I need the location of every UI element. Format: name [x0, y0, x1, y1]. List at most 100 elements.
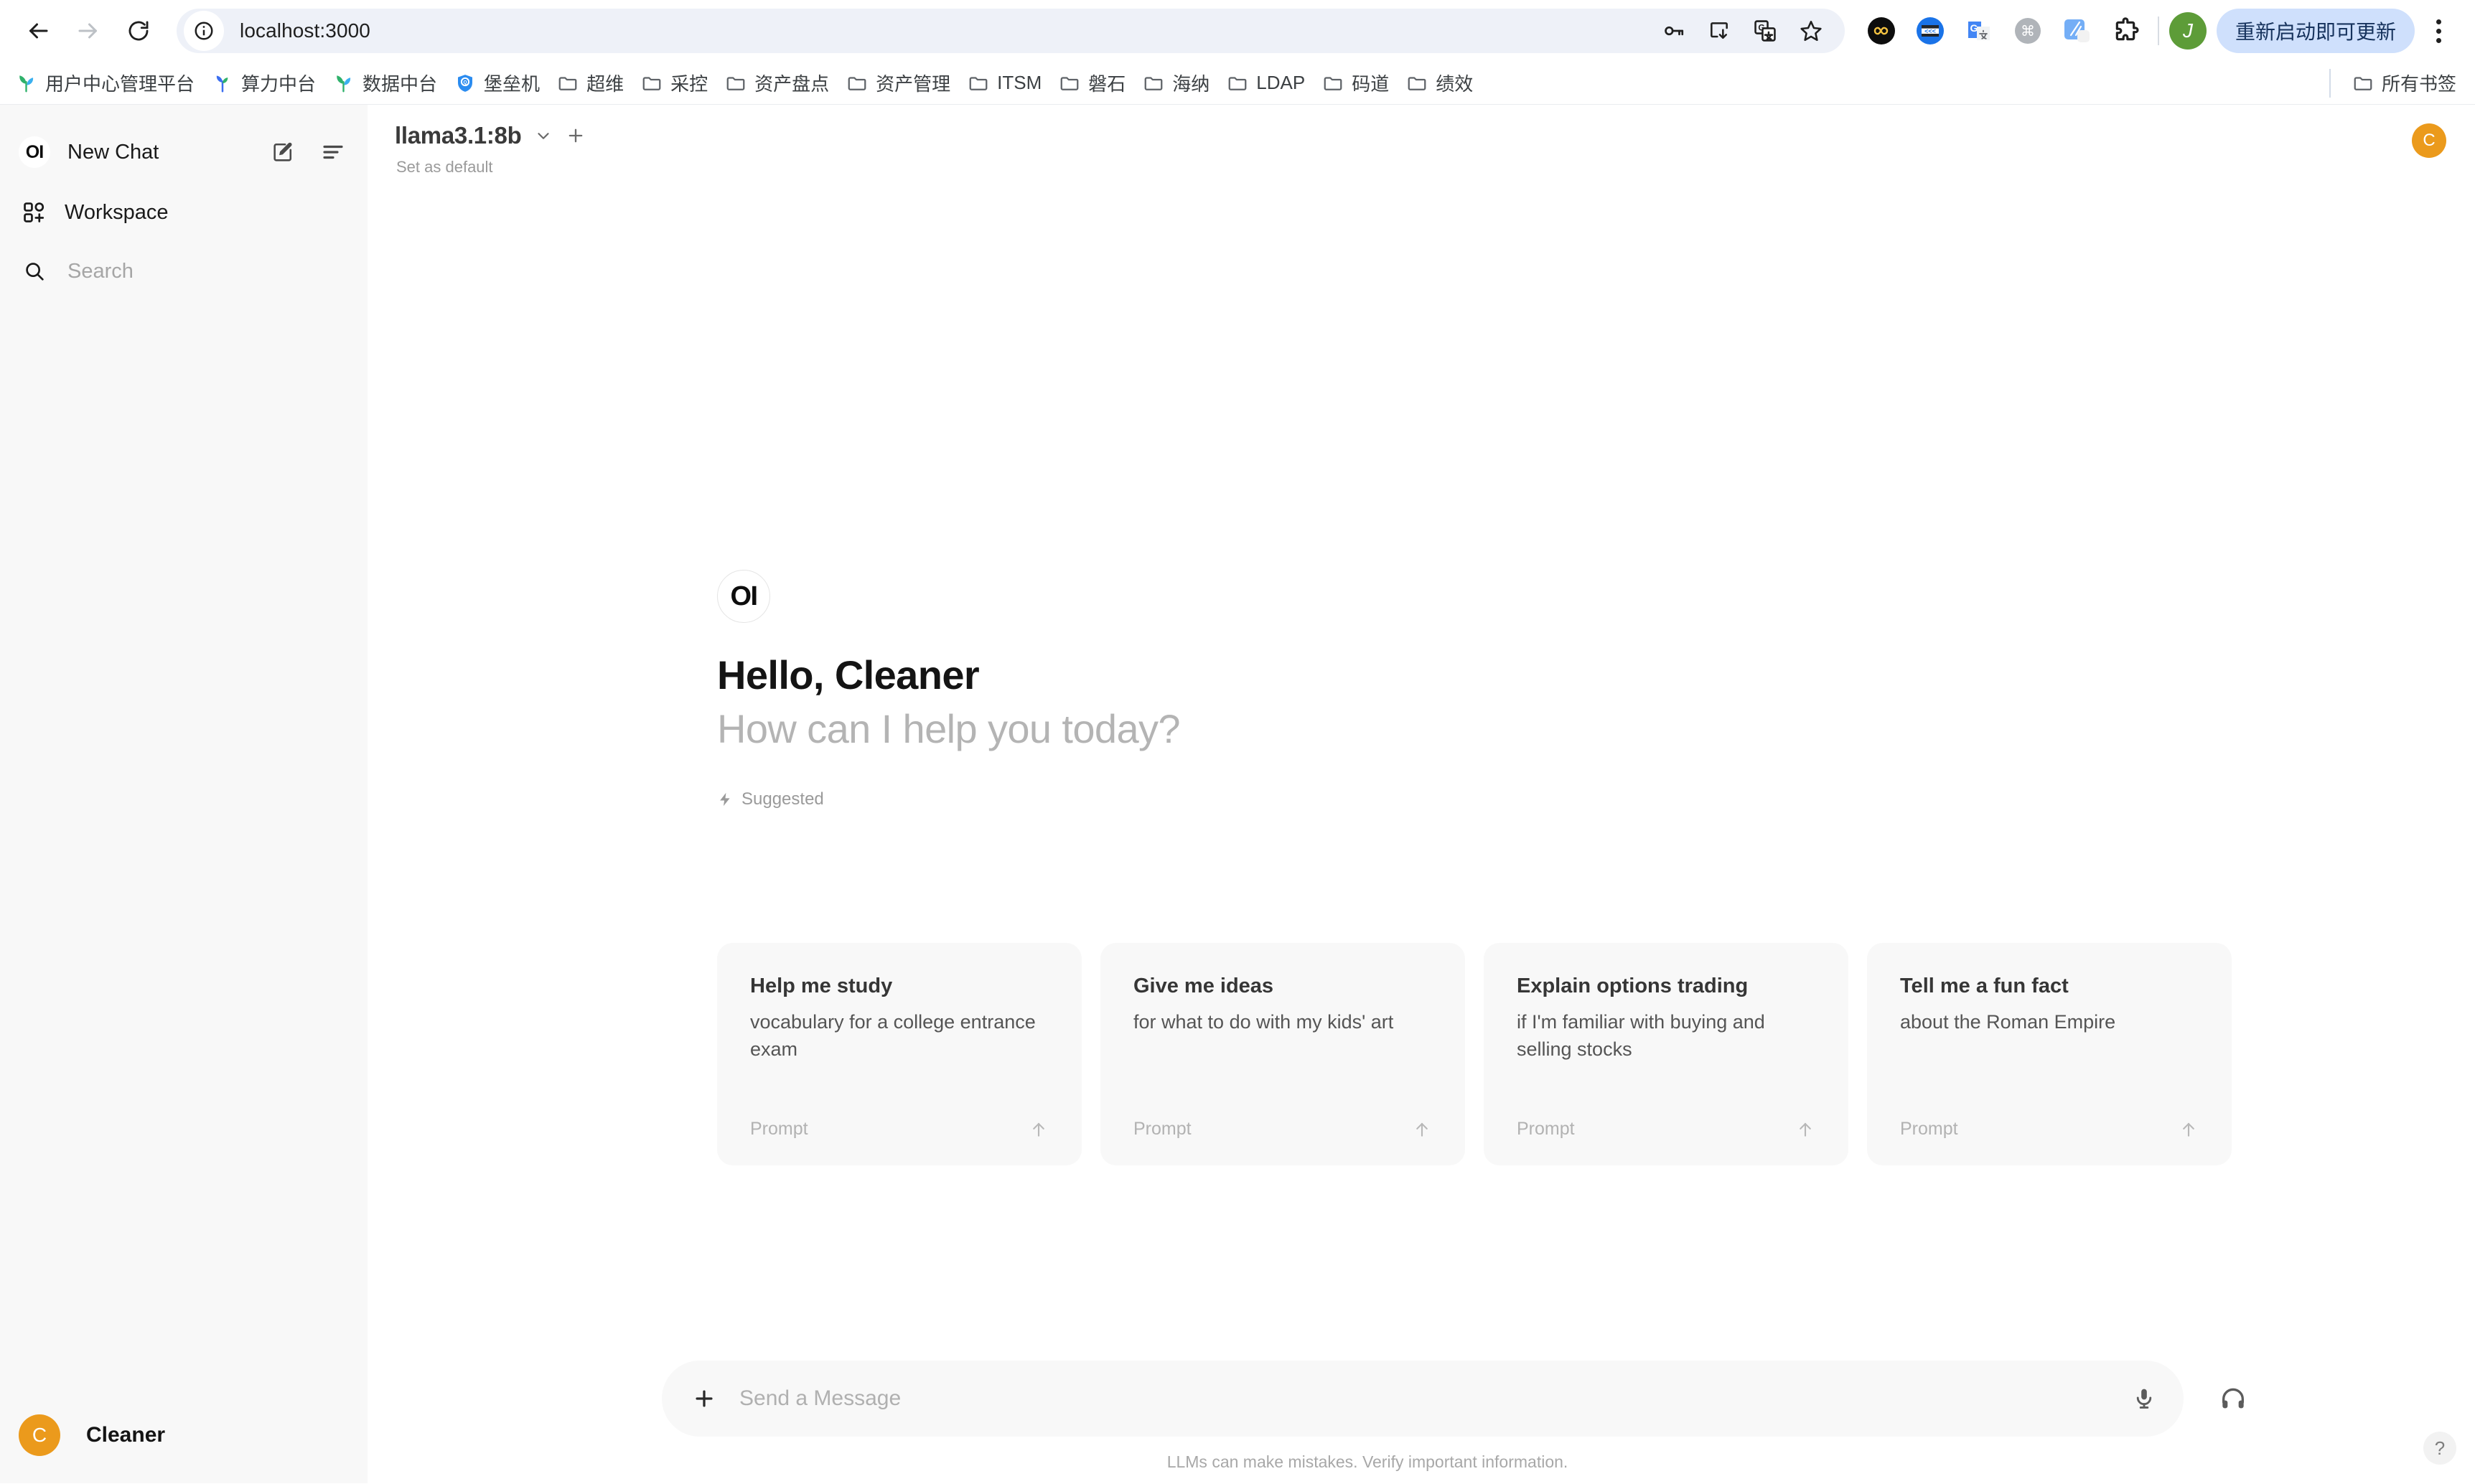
set-as-default-button[interactable]: Set as default — [396, 158, 586, 177]
address-bar[interactable]: localhost:3000 G — [177, 9, 1845, 53]
bookmark-label: 码道 — [1352, 70, 1389, 96]
update-button[interactable]: 重新启动即可更新 — [2217, 9, 2415, 53]
bookmark-item[interactable]: 磐石 — [1050, 65, 1134, 100]
suggestion-card-subtitle: vocabulary for a college entrance exam — [750, 1008, 1049, 1063]
password-key-icon[interactable] — [1651, 9, 1695, 53]
suggestion-card-subtitle: about the Roman Empire — [1900, 1008, 2199, 1035]
arrow-up-icon[interactable] — [1412, 1119, 1432, 1140]
chrome-menu-button[interactable] — [2418, 9, 2459, 53]
bookmark-item[interactable]: 资产盘点 — [716, 65, 838, 100]
folder-icon — [725, 72, 747, 94]
reload-icon — [126, 19, 151, 43]
bookmark-item[interactable]: 绩效 — [1398, 65, 1482, 100]
attach-plus-button[interactable] — [688, 1382, 721, 1415]
bookmark-item[interactable]: 数据中台 — [324, 65, 446, 100]
bookmark-item[interactable]: 用户中心管理平台 — [7, 65, 203, 100]
bookmark-star-icon[interactable] — [1789, 9, 1833, 53]
suggestion-card-footer: Prompt — [1900, 1119, 2199, 1140]
forward-button[interactable] — [63, 6, 113, 56]
message-composer[interactable] — [662, 1361, 2184, 1437]
header-user-avatar[interactable]: C — [2412, 123, 2446, 158]
leaf-icon — [16, 72, 37, 94]
bookmarks-bar: 用户中心管理平台算力中台数据中台 Q 堡垒机超维采控 资产盘点资产管理ITSM 磐石海纳… — [0, 62, 2475, 105]
all-bookmarks-group: 所有书签 — [2329, 65, 2465, 100]
shield-icon: Q — [454, 72, 476, 94]
bookmark-item[interactable]: LDAP — [1218, 67, 1314, 98]
suggestion-cards: Help me studyvocabulary for a college en… — [717, 943, 2475, 1165]
bookmark-item[interactable]: 海纳 — [1134, 65, 1218, 100]
back-button[interactable] — [13, 6, 63, 56]
folder-icon — [641, 72, 663, 94]
new-chat-label: New Chat — [67, 141, 159, 164]
bookmark-label: 堡垒机 — [484, 70, 540, 96]
new-chat-row[interactable]: OI New Chat — [19, 126, 349, 178]
model-name: llama3.1:8b — [395, 122, 521, 149]
suggestion-card[interactable]: Tell me a fun factabout the Roman Empire… — [1867, 943, 2232, 1165]
suggestion-card-title: Give me ideas — [1133, 975, 1432, 998]
command-extension-icon[interactable]: ⌘ — [2006, 9, 2050, 53]
bookmark-item[interactable]: 超维 — [548, 65, 632, 100]
new-chat-compose-button[interactable] — [267, 136, 299, 168]
google-translate-extension-icon[interactable]: G — [1957, 9, 2001, 53]
search-input[interactable] — [67, 260, 304, 283]
infinity-extension-icon[interactable] — [1859, 9, 1904, 53]
chevron-down-icon[interactable] — [534, 126, 553, 145]
folder-icon — [1227, 72, 1248, 94]
voice-call-button[interactable] — [2208, 1373, 2258, 1424]
sidebar-search-row[interactable] — [19, 245, 349, 297]
pencil-square-icon — [271, 140, 295, 164]
microphone-icon — [2132, 1386, 2156, 1411]
plus-icon[interactable] — [566, 126, 586, 146]
bookmark-item[interactable]: 资产管理 — [838, 65, 959, 100]
sidebar-user-name: Cleaner — [86, 1423, 165, 1447]
sidebar-header-actions — [267, 136, 349, 168]
suggestion-card-prompt-label: Prompt — [750, 1119, 808, 1140]
suggestion-card-footer: Prompt — [1133, 1119, 1432, 1140]
microphone-button[interactable] — [2123, 1378, 2165, 1419]
message-input[interactable] — [739, 1386, 2123, 1411]
chrome-menu-icon — [2436, 19, 2441, 43]
sidebar-user-menu[interactable]: C Cleaner — [0, 1396, 368, 1475]
svg-text:⌘: ⌘ — [2021, 22, 2035, 39]
forward-arrow-icon — [75, 18, 101, 44]
openwebui-logo-large-icon: OI — [717, 570, 770, 623]
extensions-puzzle-icon[interactable] — [2103, 9, 2148, 53]
sidebar-item-workspace[interactable]: Workspace — [19, 185, 349, 240]
suggestion-card[interactable]: Help me studyvocabulary for a college en… — [717, 943, 1082, 1165]
bookmark-item[interactable]: 算力中台 — [203, 65, 324, 100]
all-bookmarks-button[interactable]: 所有书签 — [2344, 65, 2465, 100]
arrow-up-icon[interactable] — [1795, 1119, 1815, 1140]
bookmark-label: 磐石 — [1088, 70, 1126, 96]
site-info-button[interactable] — [184, 11, 224, 51]
lightning-icon — [717, 792, 733, 807]
sidebar-toggle-button[interactable] — [317, 136, 349, 168]
bookmark-label: 资产盘点 — [754, 70, 829, 96]
model-selector-row[interactable]: llama3.1:8b — [395, 122, 586, 149]
reader-extension-icon[interactable]: <<< — [1908, 9, 1952, 53]
arrow-up-icon[interactable] — [2179, 1119, 2199, 1140]
help-button[interactable]: ? — [2423, 1432, 2456, 1465]
bookmark-item[interactable]: Q 堡垒机 — [446, 65, 548, 100]
browser-profile-avatar[interactable]: J — [2169, 12, 2207, 50]
reload-button[interactable] — [113, 6, 164, 56]
arrow-up-icon[interactable] — [1029, 1119, 1049, 1140]
translate-icon[interactable]: G — [1743, 9, 1787, 53]
sprout-icon — [212, 72, 233, 94]
bookmark-item[interactable]: 采控 — [632, 65, 716, 100]
folder-icon — [2352, 72, 2374, 94]
snip-extension-icon[interactable] — [2054, 9, 2099, 53]
bookmark-item[interactable]: ITSM — [959, 67, 1050, 98]
main-body: OI Hello, Cleaner How can I help you tod… — [368, 182, 2475, 1483]
folder-icon — [846, 72, 868, 94]
bookmark-item[interactable]: 码道 — [1314, 65, 1398, 100]
main-header: llama3.1:8b Set as default C — [368, 105, 2475, 182]
main-panel: llama3.1:8b Set as default C OI Hello, C… — [368, 105, 2475, 1483]
folder-icon — [1143, 72, 1164, 94]
sidebar-item-workspace-label: Workspace — [65, 201, 169, 225]
headphones-icon — [2219, 1384, 2247, 1413]
svg-text:Q: Q — [464, 80, 467, 85]
install-app-icon[interactable] — [1697, 9, 1741, 53]
suggestion-card[interactable]: Explain options tradingif I'm familiar w… — [1484, 943, 1848, 1165]
suggestion-card[interactable]: Give me ideasfor what to do with my kids… — [1100, 943, 1465, 1165]
bookmark-label: 绩效 — [1436, 70, 1473, 96]
